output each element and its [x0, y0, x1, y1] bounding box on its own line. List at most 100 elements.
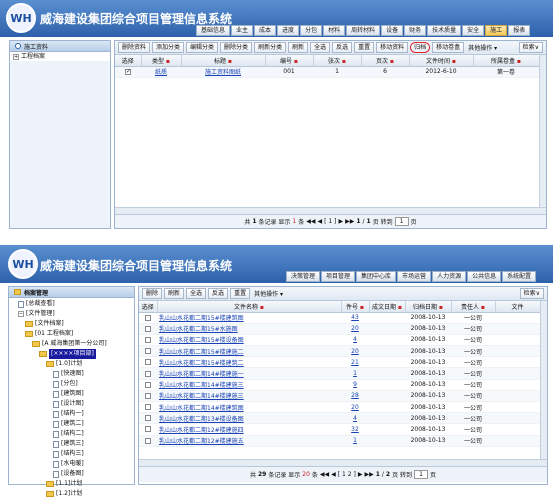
row-item-no[interactable]: 20 — [351, 325, 359, 332]
search-button[interactable]: 检索∨ — [519, 288, 544, 299]
table-row[interactable]: 乳山山水花都二期14#楼建施三 28 2008-10-13 一公司 — [139, 390, 540, 403]
row-file-name[interactable]: 乳山山水花都二期15#楼建筑图 — [159, 315, 244, 322]
col-box[interactable]: 所属卷盒 ▪ — [473, 55, 539, 67]
row-file-name[interactable]: 乳山山水花都二期15#楼建施二 — [159, 349, 244, 356]
table-row[interactable]: ✓ 纸质 施工资料图纸 001 1 6 2012-6-10 第一卷 — [115, 66, 539, 78]
col-file-name[interactable]: 文件名称 ▪ — [157, 301, 342, 313]
col-title[interactable]: 标题 ▪ — [181, 55, 266, 67]
tree-node[interactable]: [结构三] — [11, 449, 134, 459]
tree-node[interactable]: [1.2]计划 — [11, 489, 134, 499]
tree-node[interactable]: [设备图] — [11, 469, 134, 479]
archive-button[interactable]: 归档 — [410, 42, 431, 53]
select-all-button[interactable]: 全选 — [186, 288, 207, 299]
row-checkbox[interactable] — [145, 415, 151, 422]
row-item-no[interactable]: 20 — [351, 348, 359, 355]
tree-node[interactable]: [文件档案] — [11, 319, 134, 329]
nav-tab-config[interactable]: 系统配置 — [502, 271, 537, 282]
delete-button[interactable]: 删除 — [142, 288, 163, 299]
table-row[interactable]: 乳山山水花都二期15#水施图 20 2008-10-13 一公司 — [139, 323, 540, 335]
nav-tab-decision[interactable]: 决策管理 — [286, 271, 321, 282]
row-checkbox[interactable] — [145, 359, 151, 366]
nav-tab-safety[interactable]: 安全 — [462, 25, 485, 36]
delete-file-button[interactable]: 删除资料 — [118, 42, 151, 53]
tree-item-engineering-archive[interactable]: + 工程档案 — [10, 52, 110, 61]
page-size[interactable]: 20 — [302, 471, 310, 478]
nav-tab-quality[interactable]: 技术质量 — [427, 25, 462, 36]
expand-icon[interactable]: + — [13, 53, 19, 60]
goto-page-input[interactable]: 1 — [414, 470, 429, 479]
row-item-no[interactable]: 1 — [353, 370, 357, 377]
tree-node[interactable]: [水电暖] — [11, 459, 134, 469]
tree-node[interactable]: [结构一] — [11, 409, 134, 419]
col-page[interactable]: 页次 ▪ — [361, 55, 410, 67]
row-file-name[interactable]: 乳山山水花都二期15#楼建筑二 — [159, 360, 244, 367]
row-file-name[interactable]: 乳山山水花都二期12#楼建施四 — [159, 427, 244, 434]
select-all-button[interactable]: 全选 — [310, 42, 331, 53]
tree-node[interactable]: [01 工程档案] — [11, 329, 134, 339]
nav-tab-project[interactable]: 项目管理 — [321, 271, 356, 282]
row-file-name[interactable]: 乳山山水花都二期15#楼设备图 — [159, 337, 244, 344]
row-item-no[interactable]: 28 — [351, 392, 359, 399]
table-row[interactable]: 乳山山水花都二期14#楼建施三 9 2008-10-13 一公司 — [139, 379, 540, 391]
prev-page-button[interactable]: ◀ — [318, 218, 323, 225]
tree-node[interactable]: [A 威海集团第一分公司] — [11, 339, 134, 349]
tree-node[interactable]: [建筑二] — [11, 419, 134, 429]
invert-select-button[interactable]: 反选 — [208, 288, 229, 299]
row-checkbox[interactable]: ✓ — [125, 68, 131, 75]
horizontal-scrollbar[interactable] — [139, 459, 547, 466]
page-numbers[interactable]: [ 1 2 ] — [338, 471, 356, 478]
delete-category-button[interactable]: 删除分类 — [220, 42, 253, 53]
row-item-no[interactable]: 4 — [353, 415, 357, 422]
nav-tab-subcontract[interactable]: 分包 — [300, 25, 323, 36]
invert-select-button[interactable]: 反选 — [332, 42, 353, 53]
tree-node[interactable]: − [文件管理] — [11, 309, 134, 319]
tree-node[interactable]: [××××项目部] — [11, 349, 134, 359]
nav-tab-hr[interactable]: 人力资源 — [432, 271, 467, 282]
horizontal-scrollbar[interactable] — [115, 207, 546, 214]
next-page-button[interactable]: ▶ — [358, 471, 363, 478]
move-file-button[interactable]: 移动资料 — [376, 42, 409, 53]
row-title-link[interactable]: 施工资料图纸 — [205, 69, 241, 76]
nav-tab-material[interactable]: 材料 — [323, 25, 346, 36]
refresh-button[interactable]: 刷新 — [164, 288, 185, 299]
row-file-name[interactable]: 乳山山水花都二期14#楼建施三 — [159, 393, 244, 400]
nav-tab-public[interactable]: 公共信息 — [467, 271, 502, 282]
row-checkbox[interactable] — [145, 325, 151, 332]
table-row[interactable]: 乳山山水花都二期15#楼设备图 4 2008-10-13 一公司 — [139, 334, 540, 347]
last-page-button[interactable]: ▶▶ — [364, 471, 373, 478]
row-item-no[interactable]: 9 — [353, 381, 357, 388]
nav-tab-construction[interactable]: 施工 — [485, 25, 508, 36]
table-row[interactable]: 乳山山水花都二期15#楼建筑二 21 2008-10-13 一公司 — [139, 356, 540, 369]
table-row[interactable]: 乳山山水花都二期13#楼设备图 4 2008-10-13 一公司 — [139, 412, 540, 425]
table-row[interactable]: 乳山山水花都二期15#楼建筑图 43 2008-10-13 一公司 — [139, 312, 540, 324]
refresh-category-button[interactable]: 刷新分类 — [254, 42, 287, 53]
first-page-button[interactable]: ◀◀ — [320, 471, 329, 478]
col-file[interactable]: 文件 — [495, 301, 540, 313]
vertical-scrollbar[interactable] — [540, 301, 547, 459]
nav-tab-cost[interactable]: 成本 — [254, 25, 277, 36]
row-item-no[interactable]: 32 — [351, 426, 359, 433]
row-checkbox[interactable] — [145, 392, 151, 399]
col-type[interactable]: 类型 ▪ — [141, 55, 182, 67]
row-file-name[interactable]: 乳山山水花都二期14#楼建筑图 — [159, 405, 244, 412]
row-checkbox[interactable] — [145, 426, 151, 433]
tree-node[interactable]: [设计图] — [11, 399, 134, 409]
last-page-button[interactable]: ▶▶ — [345, 218, 354, 225]
col-item-no[interactable]: 件号 ▪ — [341, 301, 370, 313]
move-box-button[interactable]: 移动卷盒 — [432, 42, 465, 53]
nav-tab-market[interactable]: 市场运营 — [397, 271, 432, 282]
vertical-scrollbar[interactable] — [539, 55, 546, 207]
row-file-name[interactable]: 乳山山水花都二期13#楼设备图 — [159, 416, 244, 423]
goto-page-input[interactable]: 1 — [394, 217, 409, 226]
nav-tab-center-db[interactable]: 集团中心库 — [356, 271, 397, 282]
next-page-button[interactable]: ▶ — [338, 218, 343, 225]
row-file-name[interactable]: 乳山山水花都二期12#楼建施五 — [159, 438, 244, 445]
table-row[interactable]: 乳山山水花都二期15#楼建施二 20 2008-10-13 一公司 — [139, 345, 540, 358]
reset-button[interactable]: 重置 — [230, 288, 251, 299]
tree-node[interactable]: [建筑三] — [11, 439, 134, 449]
col-archive-date[interactable]: 归档日期 ▪ — [405, 301, 452, 313]
row-item-no[interactable]: 1 — [353, 437, 357, 444]
row-checkbox[interactable] — [145, 370, 151, 377]
table-row[interactable]: 乳山山水花都二期14#楼建施一 1 2008-10-13 一公司 — [139, 367, 540, 380]
more-actions-menu[interactable]: 其他操作 ▾ — [468, 43, 497, 52]
